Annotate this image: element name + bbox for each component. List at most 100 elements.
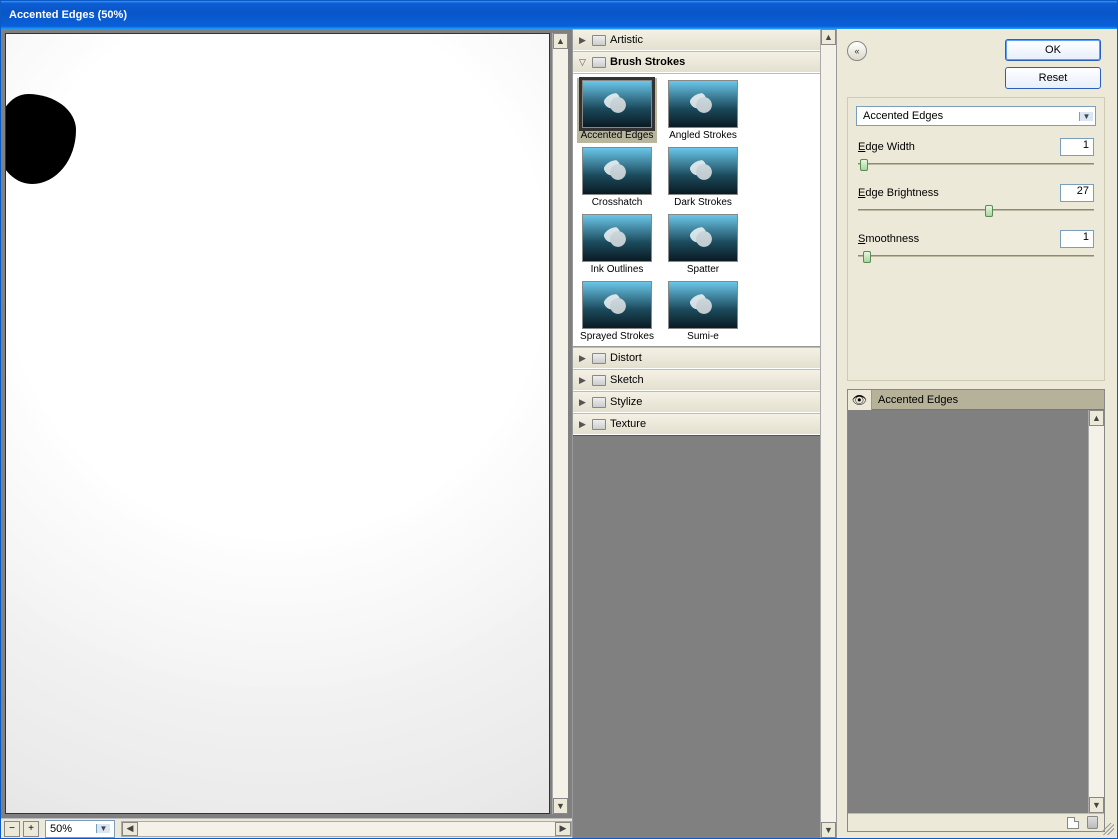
slider-smoothness[interactable]: [858, 250, 1094, 264]
triangle-right-icon: ▶: [579, 353, 588, 364]
category-artistic[interactable]: ▶ Artistic: [573, 29, 820, 51]
category-distort[interactable]: ▶ Distort: [573, 347, 820, 369]
param-label: Smoothness: [858, 233, 919, 245]
triangle-right-icon: ▶: [579, 35, 588, 46]
zoom-in-button[interactable]: +: [23, 821, 39, 837]
thumb-crosshatch[interactable]: Crosshatch: [579, 147, 655, 208]
resize-grip-icon[interactable]: [1102, 823, 1114, 835]
scroll-track[interactable]: [821, 45, 836, 822]
preview-sketch-image: [6, 34, 549, 813]
param-label: Edge Width: [858, 141, 915, 153]
effect-layer-row[interactable]: 👁 Accented Edges: [848, 390, 1104, 410]
scroll-down-button[interactable]: ▼: [553, 798, 568, 814]
thumb-image: [582, 147, 652, 195]
param-input-smoothness[interactable]: 1: [1060, 230, 1094, 248]
folder-icon: [592, 397, 606, 408]
layers-vertical-scrollbar[interactable]: ▲ ▼: [1088, 410, 1104, 813]
window-title: Accented Edges (50%): [9, 9, 127, 21]
thumb-label: Spatter: [687, 264, 719, 275]
scroll-right-button[interactable]: ▶: [555, 822, 571, 836]
delete-effect-layer-icon[interactable]: [1087, 816, 1098, 829]
chevron-down-icon[interactable]: ▼: [1079, 112, 1093, 121]
thumb-sumi-e[interactable]: Sumi-e: [665, 281, 741, 342]
thumb-accented-edges[interactable]: Accented Edges: [577, 78, 657, 143]
thumb-angled-strokes[interactable]: Angled Strokes: [665, 80, 741, 141]
category-texture[interactable]: ▶ Texture: [573, 413, 820, 435]
new-effect-layer-icon[interactable]: [1067, 817, 1079, 829]
category-stylize[interactable]: ▶ Stylize: [573, 391, 820, 413]
category-label: Stylize: [610, 396, 642, 408]
scroll-track[interactable]: [553, 49, 568, 798]
zoom-out-button[interactable]: −: [4, 821, 20, 837]
thumb-ink-outlines[interactable]: Ink Outlines: [579, 214, 655, 275]
slider-track: [858, 255, 1094, 257]
zoom-value: 50%: [50, 823, 72, 835]
visibility-eye-icon[interactable]: 👁: [848, 390, 872, 410]
thumb-spatter[interactable]: Spatter: [665, 214, 741, 275]
collapse-button[interactable]: «: [847, 41, 867, 61]
param-input-edge-brightness[interactable]: 27: [1060, 184, 1094, 202]
preview-pane: ▲ ▼ − + 50% ▼ ◀ ▶: [1, 29, 573, 838]
param-edge-width: Edge Width 1: [856, 138, 1096, 172]
preview-bottom-bar: − + 50% ▼ ◀ ▶: [1, 818, 572, 838]
scroll-up-button[interactable]: ▲: [553, 33, 568, 49]
scroll-down-button[interactable]: ▼: [1089, 797, 1104, 813]
filter-thumbnails: Accented Edges Angled Strokes Crosshatch…: [573, 73, 820, 347]
thumb-sprayed-strokes[interactable]: Sprayed Strokes: [579, 281, 655, 342]
reset-button[interactable]: Reset: [1005, 67, 1101, 89]
triangle-right-icon: ▶: [579, 397, 588, 408]
thumb-label: Accented Edges: [581, 130, 654, 141]
preview-canvas[interactable]: [5, 33, 550, 814]
category-label: Distort: [610, 352, 642, 364]
slider-handle[interactable]: [985, 205, 993, 217]
gallery-empty-area: [573, 435, 820, 838]
scroll-track[interactable]: [1089, 426, 1104, 797]
title-bar: Accented Edges (50%): [1, 1, 1117, 29]
slider-track: [858, 209, 1094, 211]
slider-track: [858, 163, 1094, 165]
filter-settings-box: Accented Edges ▼ Edge Width 1 Edge: [847, 97, 1105, 381]
thumb-image: [668, 214, 738, 262]
slider-edge-width[interactable]: [858, 158, 1094, 172]
slider-handle[interactable]: [863, 251, 871, 263]
filter-gallery-pane: ▶ Artistic ▽ Brush Strokes Accented Edge…: [573, 29, 837, 838]
chevron-down-icon[interactable]: ▼: [96, 824, 110, 833]
scroll-up-button[interactable]: ▲: [1089, 410, 1104, 426]
preview-vertical-scrollbar[interactable]: ▲ ▼: [552, 33, 568, 814]
scroll-track[interactable]: [138, 822, 555, 836]
category-label: Sketch: [610, 374, 644, 386]
triangle-right-icon: ▶: [579, 419, 588, 430]
zoom-select[interactable]: 50% ▼: [45, 820, 115, 838]
category-sketch[interactable]: ▶ Sketch: [573, 369, 820, 391]
folder-icon: [592, 419, 606, 430]
category-label: Artistic: [610, 34, 643, 46]
thumb-image: [582, 281, 652, 329]
filter-select[interactable]: Accented Edges ▼: [856, 106, 1096, 126]
thumb-label: Ink Outlines: [591, 264, 644, 275]
category-brush-strokes[interactable]: ▽ Brush Strokes: [573, 51, 820, 73]
layers-empty-area: [848, 410, 1088, 813]
thumb-label: Sumi-e: [687, 331, 719, 342]
folder-icon: [592, 375, 606, 386]
thumb-label: Crosshatch: [592, 197, 643, 208]
gallery-vertical-scrollbar[interactable]: ▲ ▼: [820, 29, 836, 838]
scroll-up-button[interactable]: ▲: [821, 29, 836, 45]
category-label: Brush Strokes: [610, 56, 685, 68]
param-input-edge-width[interactable]: 1: [1060, 138, 1094, 156]
ok-button[interactable]: OK: [1005, 39, 1101, 61]
param-edge-brightness: Edge Brightness 27: [856, 184, 1096, 218]
folder-icon: [592, 353, 606, 364]
param-label: Edge Brightness: [858, 187, 939, 199]
thumb-label: Sprayed Strokes: [580, 331, 654, 342]
thumb-image: [668, 80, 738, 128]
preview-horizontal-scrollbar[interactable]: ◀ ▶: [121, 821, 572, 837]
slider-edge-brightness[interactable]: [858, 204, 1094, 218]
category-label: Texture: [610, 418, 646, 430]
thumb-image: [668, 281, 738, 329]
scroll-down-button[interactable]: ▼: [821, 822, 836, 838]
effect-layer-label: Accented Edges: [872, 394, 964, 406]
scroll-left-button[interactable]: ◀: [122, 822, 138, 836]
thumb-dark-strokes[interactable]: Dark Strokes: [665, 147, 741, 208]
layers-footer: [848, 813, 1104, 831]
slider-handle[interactable]: [860, 159, 868, 171]
